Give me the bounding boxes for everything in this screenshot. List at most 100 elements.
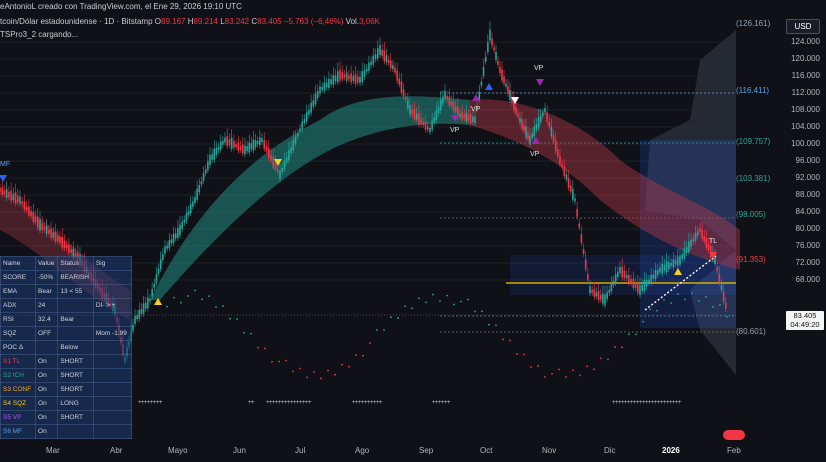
- candle-body: [370, 61, 372, 66]
- candle-body: [343, 74, 346, 78]
- candle-body: [683, 248, 686, 259]
- psar-dot: [376, 329, 378, 331]
- table-cell: Below: [57, 340, 94, 355]
- candle-body: [345, 72, 348, 81]
- candle-body: [563, 166, 566, 176]
- psar-dot: [173, 296, 175, 299]
- candle-body: [226, 136, 229, 147]
- candle-body: [164, 246, 166, 254]
- candle-body: [202, 173, 205, 182]
- candle-body: [499, 67, 501, 73]
- vp-label: VP: [534, 65, 544, 72]
- candle-body: [181, 222, 183, 230]
- currency-button[interactable]: USD: [786, 19, 820, 34]
- candle-body: [630, 279, 632, 284]
- candle-body: [314, 93, 317, 105]
- candle-body: [41, 223, 44, 231]
- psar-dot: [586, 365, 588, 368]
- candle-body: [625, 275, 628, 279]
- psar-dot: [201, 298, 203, 301]
- symbol-name[interactable]: tcoin/Dólar estadounidense · 1D · Bitsta…: [0, 17, 153, 26]
- psar-dot: [348, 365, 350, 368]
- candle-body: [525, 126, 527, 138]
- candle-body: [656, 269, 659, 275]
- psar-dot: [334, 373, 336, 376]
- candle-body: [19, 196, 21, 204]
- candle-body: [209, 155, 211, 165]
- psar-dot: [607, 358, 609, 361]
- psar-dot: [285, 359, 287, 362]
- candle-body: [509, 90, 511, 100]
- candle-body: [448, 96, 451, 106]
- table-row: S1 TL On SHORT: [0, 354, 133, 369]
- psar-dot: [467, 298, 469, 301]
- psar-dot: [390, 316, 392, 319]
- candle-body: [521, 119, 523, 129]
- table-cell: On: [35, 410, 59, 425]
- table-row: RSI 32.4 Bear: [0, 312, 133, 327]
- table-cell: [92, 382, 133, 397]
- table-cell: [92, 354, 133, 369]
- candle-body: [537, 117, 540, 129]
- psar-dot: [250, 332, 252, 335]
- time-tick: Nov: [542, 446, 557, 455]
- candle-body: [578, 223, 581, 228]
- table-cell: [92, 270, 133, 285]
- candle-body: [310, 102, 312, 113]
- candle-body: [572, 188, 574, 200]
- candle-body: [554, 140, 557, 152]
- psar-dot: [502, 338, 504, 341]
- candle-body: [480, 81, 483, 86]
- table-cell: Bear: [57, 312, 94, 327]
- mf-label: MF: [0, 161, 11, 168]
- squeeze-marker: +: [308, 400, 312, 406]
- candle-body: [450, 101, 453, 107]
- candle-body: [484, 56, 487, 62]
- psar-dot: [278, 360, 280, 363]
- candle-body: [482, 66, 485, 76]
- candle-body: [219, 141, 222, 150]
- candle-body: [459, 113, 461, 117]
- candle-body: [153, 283, 156, 288]
- candle-body: [400, 81, 403, 93]
- level-label: (109.757): [736, 137, 771, 146]
- table-cell: Bear: [35, 284, 59, 299]
- candle-body: [544, 108, 546, 112]
- candle-body: [50, 228, 52, 238]
- time-tick: Abr: [110, 446, 123, 455]
- candle-body: [465, 112, 468, 122]
- vp-label: VP: [530, 151, 540, 158]
- time-tick: Dic: [604, 446, 616, 455]
- candle-body: [426, 125, 429, 130]
- level-label: (98.005): [736, 210, 766, 219]
- candle-body: [296, 133, 299, 137]
- psar-dot: [460, 300, 462, 303]
- candle-body: [341, 72, 344, 80]
- candle-body: [409, 105, 411, 115]
- price-tick: 96.000: [795, 156, 820, 165]
- table-cell: BEARISH: [57, 270, 94, 285]
- close-value: 83.405: [257, 17, 282, 26]
- candle-body: [707, 244, 710, 251]
- candle-body: [328, 78, 330, 88]
- candle-body: [705, 237, 708, 248]
- candle-body: [134, 316, 136, 324]
- candle-body: [172, 234, 175, 244]
- table-row: SCORE -50% BEARISH: [0, 270, 133, 285]
- candle-body: [593, 288, 596, 297]
- table-cell: 24: [35, 298, 59, 313]
- candle-body: [43, 226, 46, 230]
- time-tick: Oct: [480, 446, 493, 455]
- alarm-clock-icon[interactable]: [723, 430, 745, 440]
- candle-body: [192, 201, 194, 207]
- indicator-line[interactable]: TSPro3_2 cargando...: [0, 30, 78, 39]
- candle-body: [0, 188, 1, 192]
- candle-body: [228, 139, 231, 146]
- table-row: S4 SQZ On LONG: [0, 396, 133, 411]
- candle-body: [281, 168, 284, 172]
- candle-body: [217, 147, 220, 151]
- candle-body: [244, 145, 246, 155]
- price-tick: 124.000: [791, 37, 820, 46]
- candle-body: [354, 73, 357, 84]
- candle-body: [224, 137, 226, 143]
